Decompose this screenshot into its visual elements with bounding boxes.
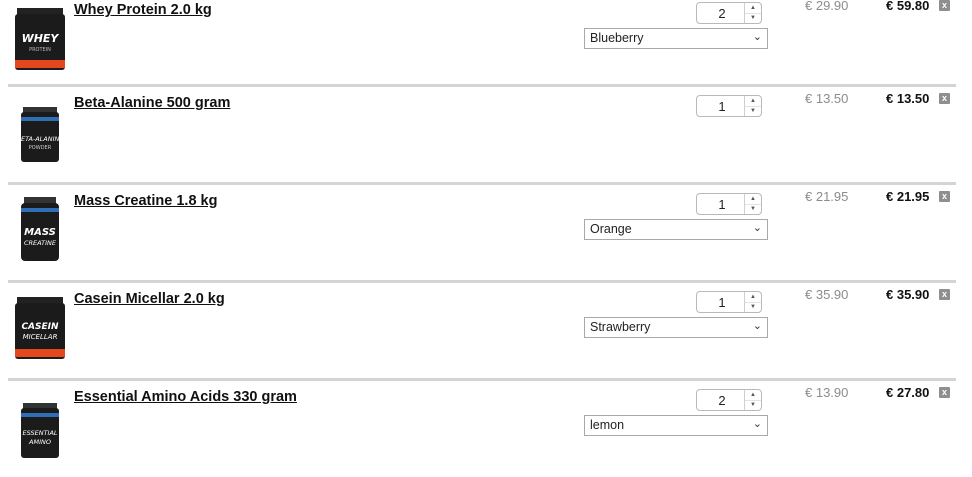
quantity-value[interactable]: 1: [697, 99, 747, 114]
svg-text:ESSENTIAL: ESSENTIAL: [22, 429, 57, 437]
svg-text:BETA-ALANINE: BETA-ALANINE: [17, 135, 65, 143]
flavor-select[interactable]: Strawberry ⌄: [584, 317, 768, 338]
row-divider: [8, 84, 956, 87]
unit-price: € 29.90: [805, 0, 849, 13]
svg-text:AMINO: AMINO: [28, 438, 51, 446]
svg-text:MICELLAR: MICELLAR: [23, 333, 58, 341]
decrement-arrow-icon[interactable]: ▼: [745, 106, 761, 116]
chevron-down-icon: ⌄: [752, 222, 762, 234]
svg-text:WHEY: WHEY: [22, 32, 60, 45]
cart-row: ESSENTIAL AMINO Essential Amino Acids 33…: [8, 378, 956, 477]
row-divider: [8, 280, 956, 283]
chevron-down-icon: ⌄: [752, 418, 762, 430]
quantity-stepper[interactable]: 1 ▲ ▼: [696, 291, 762, 313]
product-name-link[interactable]: Essential Amino Acids 330 gram: [74, 389, 297, 405]
decrement-arrow-icon[interactable]: ▼: [745, 302, 761, 312]
row-divider: [8, 378, 956, 381]
flavor-select[interactable]: Orange ⌄: [584, 219, 768, 240]
quantity-stepper[interactable]: 1 ▲ ▼: [696, 193, 762, 215]
svg-text:CASEIN: CASEIN: [21, 322, 59, 332]
quantity-value[interactable]: 1: [697, 295, 747, 310]
product-name-link[interactable]: Beta-Alanine 500 gram: [74, 95, 230, 111]
cart-row: CASEIN MICELLAR Casein Micellar 2.0 kg 1…: [8, 280, 956, 379]
decrement-arrow-icon[interactable]: ▼: [745, 13, 761, 23]
product-name-link[interactable]: Casein Micellar 2.0 kg: [74, 291, 225, 307]
quantity-spinner: ▲ ▼: [744, 3, 761, 23]
flavor-select[interactable]: Blueberry ⌄: [584, 28, 768, 49]
remove-item-button[interactable]: x: [939, 93, 950, 104]
chevron-down-icon: ⌄: [752, 320, 762, 332]
quantity-value[interactable]: 2: [697, 6, 747, 21]
flavor-selected-value: Blueberry: [590, 31, 644, 45]
remove-item-button[interactable]: x: [939, 0, 950, 11]
quantity-value[interactable]: 2: [697, 393, 747, 408]
mass-creatine-tub-icon[interactable]: MASS CREATINE: [11, 195, 69, 263]
quantity-spinner: ▲ ▼: [744, 194, 761, 214]
quantity-stepper[interactable]: 1 ▲ ▼: [696, 95, 762, 117]
quantity-value[interactable]: 1: [697, 197, 747, 212]
flavor-selected-value: Orange: [590, 222, 632, 236]
quantity-spinner: ▲ ▼: [744, 292, 761, 312]
remove-item-button[interactable]: x: [939, 191, 950, 202]
cart-row: WHEY PROTEIN Whey Protein 2.0 kg 2 ▲ ▼ B…: [8, 0, 956, 90]
line-total: € 13.50: [886, 91, 930, 106]
cart-row: MASS CREATINE Mass Creatine 1.8 kg 1 ▲ ▼…: [8, 182, 956, 281]
svg-text:MASS: MASS: [24, 227, 56, 238]
svg-text:PROTEIN: PROTEIN: [29, 47, 51, 53]
decrement-arrow-icon[interactable]: ▼: [745, 400, 761, 410]
remove-item-button[interactable]: x: [939, 289, 950, 300]
line-total: € 59.80: [886, 0, 930, 13]
flavor-selected-value: lemon: [590, 418, 625, 432]
line-total: € 21.95: [886, 189, 930, 204]
quantity-spinner: ▲ ▼: [744, 96, 761, 116]
chevron-down-icon: ⌄: [752, 31, 762, 43]
beta-alanine-tub-icon[interactable]: BETA-ALANINE POWDER: [11, 97, 69, 165]
line-total: € 27.80: [886, 385, 930, 400]
decrement-arrow-icon[interactable]: ▼: [745, 204, 761, 214]
remove-item-button[interactable]: x: [939, 387, 950, 398]
unit-price: € 13.90: [805, 385, 849, 400]
row-divider: [8, 182, 956, 185]
casein-micellar-tub-icon[interactable]: CASEIN MICELLAR: [11, 293, 69, 361]
svg-text:CREATINE: CREATINE: [24, 239, 57, 247]
cart-row: BETA-ALANINE POWDER Beta-Alanine 500 gra…: [8, 84, 956, 183]
quantity-stepper[interactable]: 2 ▲ ▼: [696, 389, 762, 411]
product-name-link[interactable]: Mass Creatine 1.8 kg: [74, 193, 217, 209]
amino-acids-tub-icon[interactable]: ESSENTIAL AMINO: [11, 391, 69, 459]
line-total: € 35.90: [886, 287, 930, 302]
quantity-stepper[interactable]: 2 ▲ ▼: [696, 2, 762, 24]
quantity-spinner: ▲ ▼: [744, 390, 761, 410]
whey-protein-tub-icon[interactable]: WHEY PROTEIN: [11, 4, 69, 72]
svg-text:POWDER: POWDER: [29, 145, 52, 151]
flavor-select[interactable]: lemon ⌄: [584, 415, 768, 436]
unit-price: € 13.50: [805, 91, 849, 106]
unit-price: € 21.95: [805, 189, 849, 204]
product-name-link[interactable]: Whey Protein 2.0 kg: [74, 2, 212, 18]
unit-price: € 35.90: [805, 287, 849, 302]
flavor-selected-value: Strawberry: [590, 320, 651, 334]
